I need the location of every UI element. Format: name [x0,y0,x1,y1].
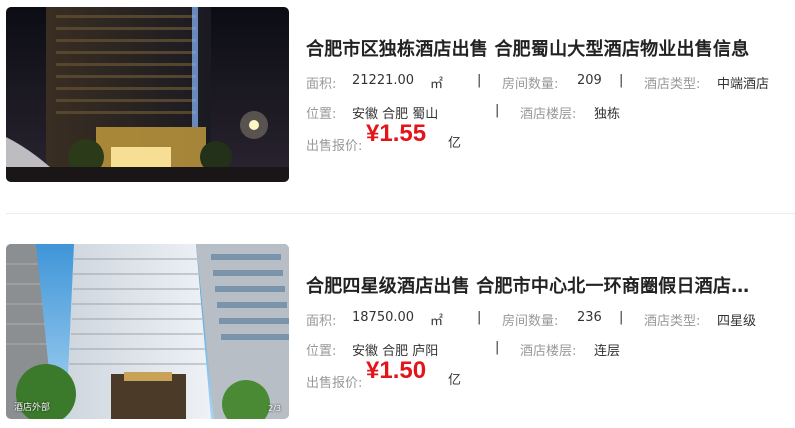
area-label: 面积: [306,77,337,92]
area-label: 面积: [306,314,337,329]
floors-label: 酒店楼层: [520,107,577,122]
hotel-listing: 合肥市区独栋酒店出售 合肥蜀山大型酒店物业出售信息 面积: 21221.00 ㎡… [0,7,795,183]
area-value: 21221.00 [352,73,415,88]
area-value: 18750.00 [352,310,415,325]
type-value: 四星级 [717,314,757,329]
separator: | [495,340,500,355]
hotel-photo[interactable]: 酒店外部 2/3 [6,244,289,419]
price-unit: 亿 [448,373,462,388]
listing-title[interactable]: 合肥四星级酒店出售 合肥市中心北一环商圈假日酒店… [306,272,795,298]
hotel-listing: 酒店外部 2/3 合肥四星级酒店出售 合肥市中心北一环商圈假日酒店… 面积: 1… [0,244,795,420]
separator: | [495,103,500,118]
separator: | [619,310,624,325]
floors-value: 连层 [594,344,621,359]
separator: | [477,73,482,88]
rooms-label: 房间数量: [502,77,559,92]
floors-label: 酒店楼层: [520,344,577,359]
price-unit: 亿 [448,136,462,151]
type-value: 中端酒店 [717,77,770,92]
area-unit: ㎡ [430,314,444,329]
photo-caption: 酒店外部 [14,403,51,413]
rooms-label: 房间数量: [502,314,559,329]
price-value: ¥1.55 [366,120,427,147]
location-label: 位置: [306,344,337,359]
floors-value: 独栋 [594,107,621,122]
type-label: 酒店类型: [644,77,701,92]
price-label: 出售报价: [306,139,363,154]
listing-divider [6,213,795,214]
separator: | [619,73,624,88]
rooms-value: 236 [577,310,602,325]
price-value: ¥1.50 [366,357,427,384]
photo-counter: 2/3 [268,404,281,413]
area-unit: ㎡ [430,77,444,92]
type-label: 酒店类型: [644,314,701,329]
separator: | [477,310,482,325]
price-label: 出售报价: [306,376,363,391]
listing-title[interactable]: 合肥市区独栋酒店出售 合肥蜀山大型酒店物业出售信息 [306,35,795,61]
rooms-value: 209 [577,73,602,88]
hotel-photo[interactable] [6,7,289,182]
location-label: 位置: [306,107,337,122]
